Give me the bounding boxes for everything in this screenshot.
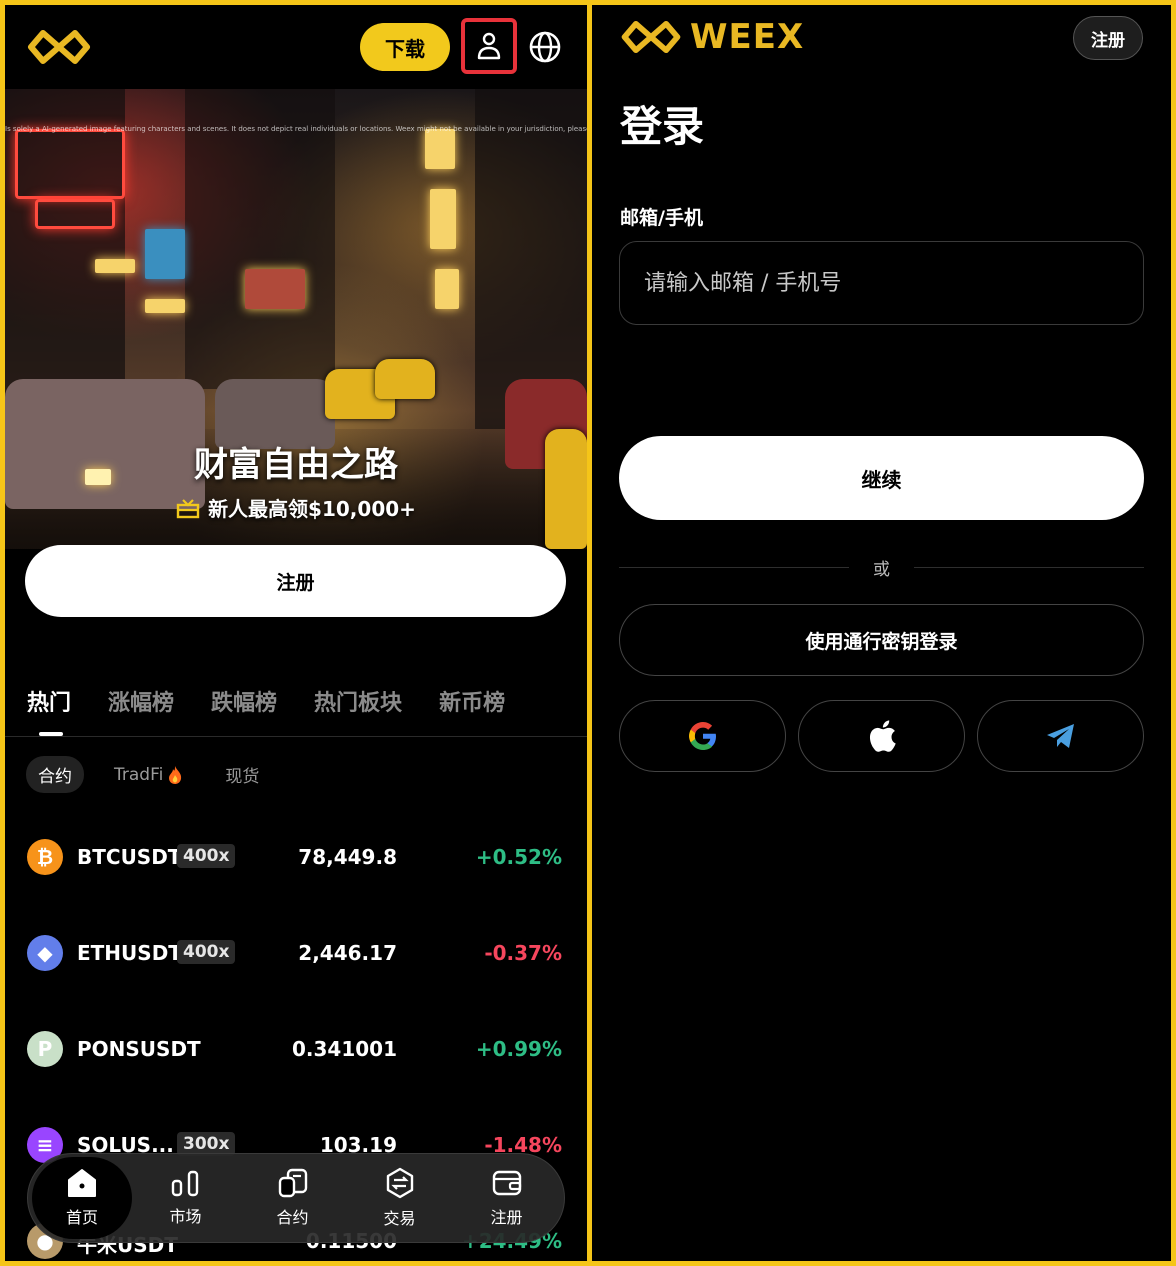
tab-new-listings[interactable]: 新币榜 <box>439 685 505 717</box>
or-text: 或 <box>873 559 890 580</box>
wallet-icon <box>492 1170 521 1196</box>
telegram-icon <box>1046 724 1074 748</box>
tab-hot[interactable]: 热门 <box>27 685 71 717</box>
hero-banner[interactable]: Is solely a AI-generated image featuring… <box>5 89 587 549</box>
fire-icon <box>169 765 182 784</box>
nav-market-label: 市场 <box>169 1207 202 1226</box>
market-tabs: 热门 涨幅榜 跌幅榜 热门板块 新币榜 <box>27 685 542 717</box>
weex-logo-icon <box>621 20 681 54</box>
page-title: 登录 <box>620 102 705 151</box>
subtab-futures[interactable]: 合约 <box>26 756 84 793</box>
register-button[interactable]: 注册 <box>25 545 566 617</box>
hero-subtitle: 新人最高领$10,000+ <box>5 493 587 522</box>
nav-contract-label: 合约 <box>276 1208 309 1227</box>
subtab-spot[interactable]: 现货 <box>213 756 271 793</box>
email-phone-input[interactable] <box>619 241 1144 325</box>
coin-icon: ₿ <box>27 839 63 875</box>
coin-icon: ◆ <box>27 935 63 971</box>
nav-home-label: 首页 <box>65 1208 98 1227</box>
leverage-badge: 400x <box>177 844 236 868</box>
telegram-login-button[interactable] <box>977 700 1144 772</box>
market-symbol: ETHUSDT <box>77 941 182 965</box>
continue-button[interactable]: 继续 <box>619 436 1144 520</box>
or-divider: 或 <box>619 555 1144 580</box>
home-icon <box>68 1169 96 1197</box>
subtab-tradfi[interactable]: TradFi <box>102 759 195 791</box>
weex-logo-icon[interactable] <box>27 29 91 69</box>
tabs-divider <box>5 736 587 737</box>
price-change: +0.99% <box>475 1037 562 1061</box>
market-row[interactable]: ₿ BTCUSDT 400x 78,449.8 +0.52% <box>5 837 587 877</box>
nav-home[interactable]: 首页 <box>32 1157 132 1239</box>
tab-gainers[interactable]: 涨幅榜 <box>108 685 174 717</box>
market-subtabs: 合约 TradFi 现货 <box>26 756 271 793</box>
chart-bars-icon <box>171 1170 198 1197</box>
hero-fine-print: Is solely a AI-generated image featuring… <box>5 125 587 133</box>
register-button-small[interactable]: 注册 <box>1073 16 1143 60</box>
subtab-tradfi-label: TradFi <box>114 764 164 785</box>
market-price: 0.341001 <box>291 1037 397 1061</box>
download-button[interactable]: 下载 <box>360 23 450 71</box>
market-row[interactable]: ◆ ETHUSDT 400x 2,446.17 -0.37% <box>5 933 587 973</box>
hero-subtitle-text: 新人最高领$10,000+ <box>208 497 416 521</box>
passkey-login-button[interactable]: 使用通行密钥登录 <box>619 604 1144 676</box>
google-icon <box>688 722 716 750</box>
market-symbol: PONSUSDT <box>77 1037 201 1061</box>
email-phone-label: 邮箱/手机 <box>620 207 703 229</box>
tab-losers[interactable]: 跌幅榜 <box>211 685 277 717</box>
nav-trade[interactable]: 交易 <box>346 1153 453 1243</box>
tab-hot-sectors[interactable]: 热门板块 <box>314 685 402 717</box>
market-symbol: BTCUSDT <box>77 845 182 869</box>
divider-line <box>914 566 1144 568</box>
nav-register-label: 注册 <box>490 1208 523 1227</box>
globe-icon[interactable] <box>527 29 563 65</box>
coin-icon: P <box>27 1031 63 1067</box>
hero-title: 财富自由之路 <box>194 445 398 485</box>
apple-login-button[interactable] <box>798 700 965 772</box>
nav-contract[interactable]: 合约 <box>239 1153 346 1243</box>
weex-brand-logo[interactable]: WEEX <box>620 17 804 57</box>
market-price: 78,449.8 <box>298 845 397 869</box>
exchange-icon <box>386 1167 413 1199</box>
nav-market[interactable]: 市场 <box>132 1153 239 1243</box>
google-login-button[interactable] <box>619 700 786 772</box>
nav-register[interactable]: 注册 <box>453 1153 560 1243</box>
bottom-nav: 首页 市场 合约 交易 注册 <box>27 1153 565 1243</box>
user-account-button[interactable] <box>461 18 517 74</box>
price-change: -0.37% <box>484 941 562 965</box>
contract-icon <box>278 1168 307 1198</box>
gift-icon <box>176 498 200 518</box>
brand-name: WEEX <box>690 17 805 57</box>
market-row[interactable]: P PONSUSDT 0.341001 +0.99% <box>5 1029 587 1069</box>
price-change: +0.52% <box>475 845 562 869</box>
nav-trade-label: 交易 <box>383 1209 416 1228</box>
leverage-badge: 400x <box>177 940 236 964</box>
login-screen: WEEX 注册 登录 邮箱/手机 继续 或 使用通行密钥登录 <box>592 5 1171 1261</box>
market-price: 2,446.17 <box>298 941 397 965</box>
apple-icon <box>869 720 896 752</box>
divider-line <box>619 566 849 568</box>
home-screen: 下载 Is solely a AI-generated image featur… <box>5 5 587 1261</box>
user-icon <box>477 32 501 60</box>
